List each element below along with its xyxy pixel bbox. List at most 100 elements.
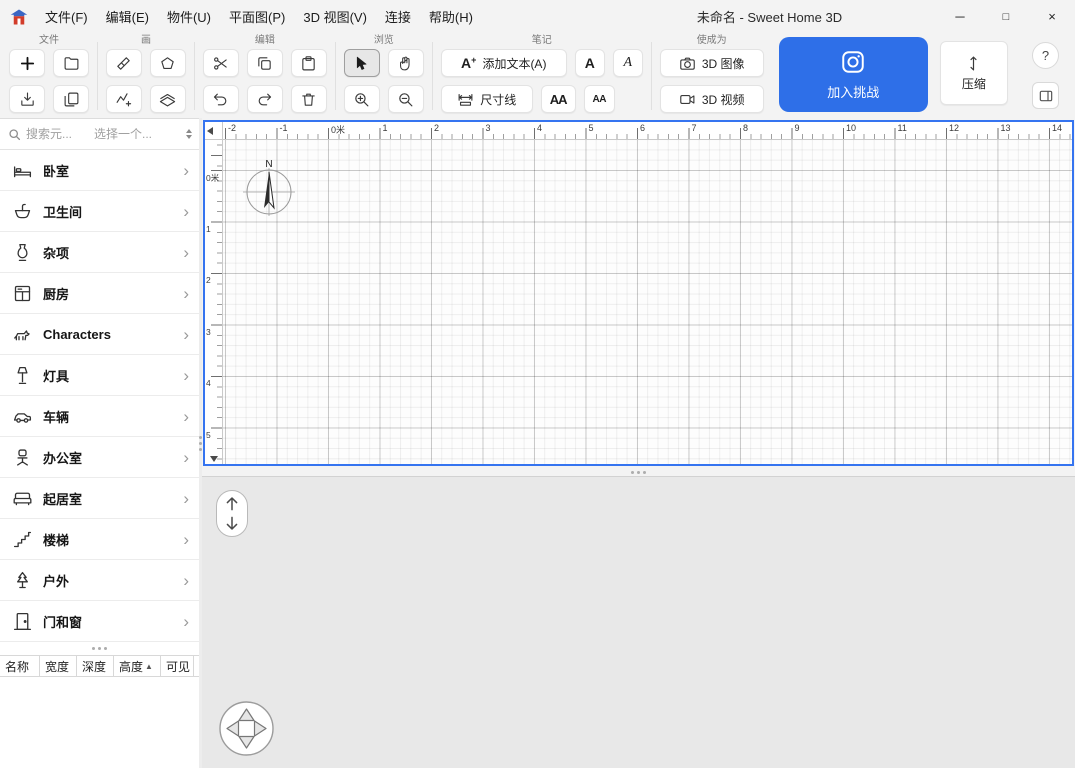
minimize-button[interactable]: ─ bbox=[937, 0, 983, 33]
category-filter-select[interactable] bbox=[94, 127, 199, 141]
v-ruler-label: 3 bbox=[206, 325, 219, 377]
category-lights[interactable]: 灯具 › bbox=[0, 355, 199, 396]
category-living-room[interactable]: 起居室 › bbox=[0, 478, 199, 519]
compress-button[interactable]: 压缩 bbox=[940, 41, 1008, 105]
spinner-arrows-icon[interactable] bbox=[186, 129, 192, 139]
add-text-label: 添加文本(A) bbox=[482, 55, 546, 72]
text-italic-button[interactable]: A bbox=[613, 49, 643, 77]
group-label-browse: 浏览 bbox=[374, 34, 394, 47]
menu-plan[interactable]: 平面图(P) bbox=[220, 2, 294, 31]
menu-3d-view[interactable]: 3D 视图(V) bbox=[294, 2, 376, 31]
menu-edit[interactable]: 编辑(E) bbox=[97, 2, 158, 31]
category-bedroom[interactable]: 卧室 › bbox=[0, 150, 199, 191]
new-button[interactable] bbox=[9, 49, 45, 77]
text-size-down-button[interactable]: AA bbox=[584, 85, 615, 113]
floor-tool-button[interactable] bbox=[150, 85, 186, 113]
elevation-control[interactable] bbox=[216, 490, 248, 537]
menu-file[interactable]: 文件(F) bbox=[36, 2, 97, 31]
plan-3d-splitter[interactable] bbox=[202, 468, 1075, 476]
maximize-button[interactable]: □ bbox=[983, 0, 1029, 33]
column-height[interactable]: 高度▲ bbox=[114, 656, 161, 676]
help-button[interactable]: ? bbox=[1032, 42, 1059, 69]
category-outdoor[interactable]: 户外 › bbox=[0, 560, 199, 601]
paste-button[interactable] bbox=[291, 49, 327, 77]
challenge-label: 加入挑战 bbox=[827, 82, 879, 101]
text-size-down-label: AA bbox=[593, 94, 606, 105]
select-mode-button[interactable] bbox=[344, 49, 380, 77]
cut-button[interactable] bbox=[203, 49, 239, 77]
scissors-icon bbox=[212, 55, 229, 72]
category-vehicles[interactable]: 车辆 › bbox=[0, 396, 199, 437]
category-kitchen[interactable]: 厨房 › bbox=[0, 273, 199, 314]
menu-furniture[interactable]: 物件(U) bbox=[158, 2, 220, 31]
search-box bbox=[0, 127, 94, 141]
category-label: 门和窗 bbox=[43, 612, 82, 631]
h-ruler-label: 9 bbox=[792, 123, 844, 136]
zoom-out-icon bbox=[397, 91, 414, 108]
pan-mode-button[interactable] bbox=[388, 49, 424, 77]
column-depth[interactable]: 深度 bbox=[77, 656, 114, 676]
furniture-table-body[interactable] bbox=[0, 677, 199, 768]
column-name[interactable]: 名称 bbox=[0, 656, 40, 676]
scroll-down-icon[interactable] bbox=[210, 456, 218, 462]
h-ruler-label: 0米 bbox=[328, 123, 380, 136]
room-tool-button[interactable] bbox=[150, 49, 186, 77]
menu-connect[interactable]: 连接 bbox=[376, 2, 420, 31]
sink-icon bbox=[12, 201, 33, 222]
category-doors-windows[interactable]: 门和窗 › bbox=[0, 601, 199, 642]
h-ruler-label: 14 bbox=[1049, 123, 1072, 136]
sidebar-splitter-handle[interactable] bbox=[0, 642, 199, 655]
delete-button[interactable] bbox=[291, 85, 327, 113]
copy-button[interactable] bbox=[247, 49, 283, 77]
sidebar-searchbar bbox=[0, 119, 199, 150]
column-visible[interactable]: 可见 bbox=[161, 656, 194, 676]
save-button[interactable] bbox=[9, 85, 45, 113]
panel-layout-button[interactable] bbox=[1032, 82, 1059, 109]
search-input[interactable] bbox=[26, 127, 88, 141]
navigation-dpad[interactable] bbox=[218, 700, 275, 757]
compass[interactable]: N bbox=[237, 156, 301, 220]
chevron-right-icon: › bbox=[183, 531, 189, 548]
horizontal-ruler: -2 -1 0米 1 2 3 4 5 6 7 8 9 10 11 12 13 1 bbox=[223, 122, 1072, 140]
category-miscellaneous[interactable]: 杂项 › bbox=[0, 232, 199, 273]
zoom-out-button[interactable] bbox=[388, 85, 424, 113]
h-ruler-label: 5 bbox=[586, 123, 638, 136]
menu-help[interactable]: 帮助(H) bbox=[420, 2, 482, 31]
arrow-down-icon[interactable] bbox=[222, 514, 242, 534]
create-3d-photo-button[interactable]: 3D 图像 bbox=[660, 49, 764, 77]
view-3d[interactable] bbox=[202, 476, 1075, 768]
category-office[interactable]: 办公室 › bbox=[0, 437, 199, 478]
category-bathroom[interactable]: 卫生间 › bbox=[0, 191, 199, 232]
arrow-up-icon[interactable] bbox=[222, 493, 242, 513]
polyline-icon bbox=[115, 91, 132, 108]
save-as-button[interactable] bbox=[53, 85, 89, 113]
text-size-up-button[interactable]: AA bbox=[541, 85, 576, 113]
scroll-left-icon[interactable] bbox=[207, 127, 213, 135]
add-text-button[interactable]: A+ 添加文本(A) bbox=[441, 49, 567, 77]
dimension-tool-button[interactable]: 尺寸线 bbox=[441, 85, 533, 113]
polyline-tool-button[interactable] bbox=[106, 85, 142, 113]
plan-canvas[interactable]: N bbox=[223, 140, 1072, 464]
challenge-button[interactable]: 加入挑战 bbox=[779, 37, 928, 112]
toolbar-separator bbox=[194, 42, 195, 110]
v-ruler-label: 1 bbox=[206, 222, 219, 274]
create-3d-video-button[interactable]: 3D 视频 bbox=[660, 85, 764, 113]
video-label: 3D 视频 bbox=[702, 91, 745, 108]
zoom-in-button[interactable] bbox=[344, 85, 380, 113]
h-ruler-label: -1 bbox=[277, 123, 329, 136]
close-button[interactable]: × bbox=[1029, 0, 1075, 33]
toolbar-group-file: 文件 bbox=[4, 34, 94, 114]
open-button[interactable] bbox=[53, 49, 89, 77]
category-staircases[interactable]: 楼梯 › bbox=[0, 519, 199, 560]
drag-dots-icon bbox=[631, 471, 646, 474]
cursor-arrow-icon bbox=[353, 55, 370, 72]
undo-button[interactable] bbox=[203, 85, 239, 113]
toolbar-group-notes: 笔记 A+ 添加文本(A) A A bbox=[436, 34, 648, 114]
column-width[interactable]: 宽度 bbox=[40, 656, 77, 676]
text-bold-button[interactable]: A bbox=[575, 49, 605, 77]
redo-button[interactable] bbox=[247, 85, 283, 113]
wall-tool-button[interactable] bbox=[106, 49, 142, 77]
category-characters[interactable]: Characters › bbox=[0, 314, 199, 355]
category-filter-input[interactable] bbox=[94, 127, 186, 141]
chevron-right-icon: › bbox=[183, 613, 189, 630]
